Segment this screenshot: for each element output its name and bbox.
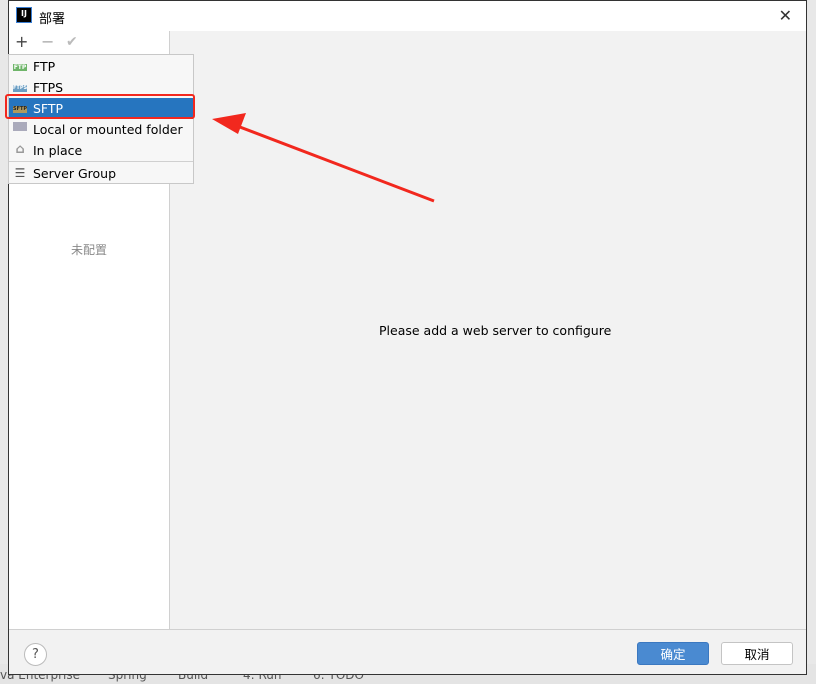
arrow-line (231, 122, 435, 203)
annotation-arrow (212, 113, 435, 203)
arrow-head (212, 113, 246, 134)
